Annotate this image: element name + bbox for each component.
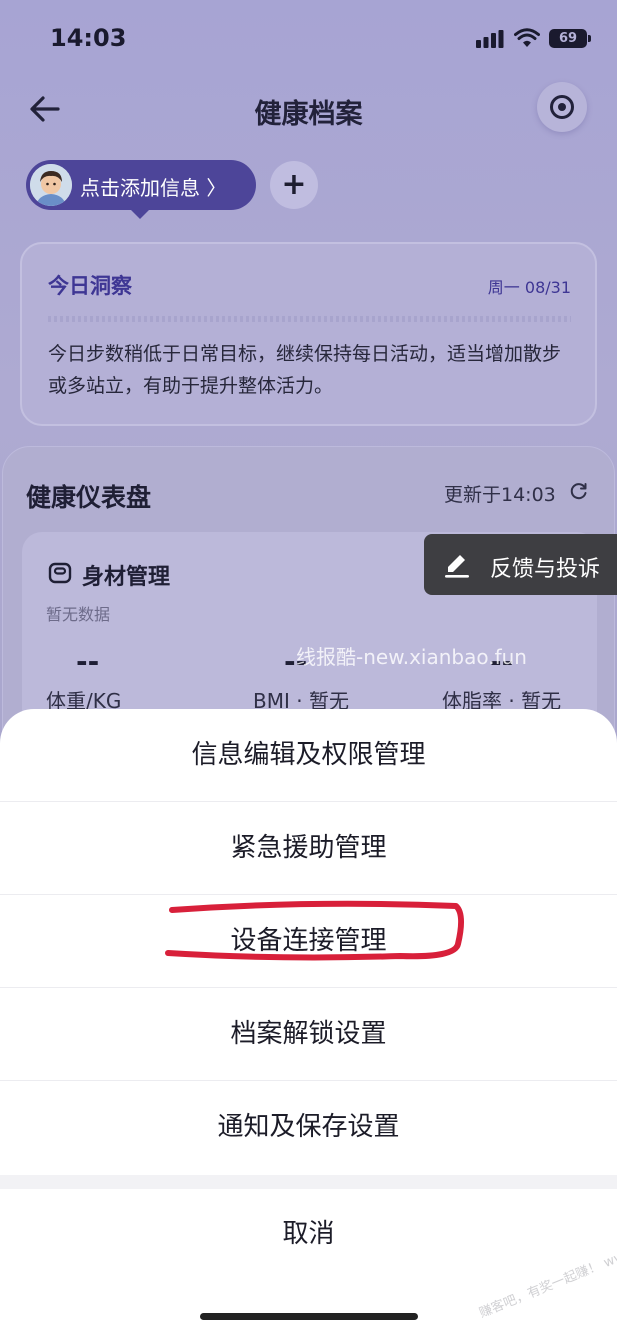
insight-date: 周一 08/31 bbox=[487, 278, 571, 297]
dashboard-updated-time: 更新于14:03 bbox=[444, 484, 556, 506]
edit-pencil-icon bbox=[445, 555, 469, 578]
refresh-icon[interactable] bbox=[569, 481, 589, 501]
home-indicator[interactable] bbox=[200, 1313, 418, 1320]
site-watermark: 线报酷-new.xianbao.fun bbox=[296, 645, 527, 669]
insight-body: 今日步数稍低于日常目标，继续保持每日活动，适当增加散步或多站立，有助于提升整体活… bbox=[48, 343, 562, 397]
sheet-item-edit-permissions[interactable]: 信息编辑及权限管理 bbox=[0, 709, 617, 802]
battery-indicator: 69 bbox=[549, 29, 591, 48]
avatar-illustration bbox=[30, 164, 72, 206]
add-info-label: 点击添加信息 〉 bbox=[80, 176, 227, 200]
status-bar: 14:03 69 bbox=[0, 0, 617, 80]
insight-title: 今日洞察 bbox=[48, 274, 132, 298]
body-management-title: 身材管理 bbox=[82, 565, 171, 590]
dashboard-title: 健康仪表盘 bbox=[26, 483, 152, 512]
sheet-separator bbox=[0, 1175, 617, 1189]
sheet-item-emergency-assistance[interactable]: 紧急援助管理 bbox=[0, 802, 617, 895]
cellular-signal-icon bbox=[476, 30, 504, 48]
sheet-item-notification-storage[interactable]: 通知及保存设置 bbox=[0, 1081, 617, 1174]
insight-divider bbox=[48, 316, 571, 322]
insight-card[interactable]: 今日洞察 周一 08/31 今日步数稍低于日常目标，继续保持每日活动，适当增加散… bbox=[20, 242, 597, 426]
sheet-item-device-connection[interactable]: 设备连接管理 bbox=[0, 895, 617, 988]
feedback-button[interactable]: 反馈与投诉 bbox=[424, 534, 617, 595]
body-management-status: 暂无数据 bbox=[46, 605, 111, 624]
settings-button[interactable] bbox=[537, 82, 587, 132]
add-info-pill[interactable]: 点击添加信息 〉 bbox=[26, 160, 256, 219]
plus-icon: + bbox=[281, 167, 307, 202]
settings-target-icon bbox=[550, 95, 574, 119]
sheet-item-unlock-settings[interactable]: 档案解锁设置 bbox=[0, 988, 617, 1081]
cancel-button[interactable]: 取消 bbox=[0, 1189, 617, 1279]
weight-value: -- bbox=[76, 645, 100, 678]
add-profile-button[interactable]: + bbox=[270, 161, 318, 209]
status-time: 14:03 bbox=[50, 24, 127, 52]
avatar bbox=[30, 164, 72, 206]
feedback-label: 反馈与投诉 bbox=[490, 557, 601, 582]
wifi-icon bbox=[514, 28, 540, 47]
page-title: 健康档案 bbox=[254, 99, 363, 130]
scale-icon bbox=[48, 562, 72, 584]
